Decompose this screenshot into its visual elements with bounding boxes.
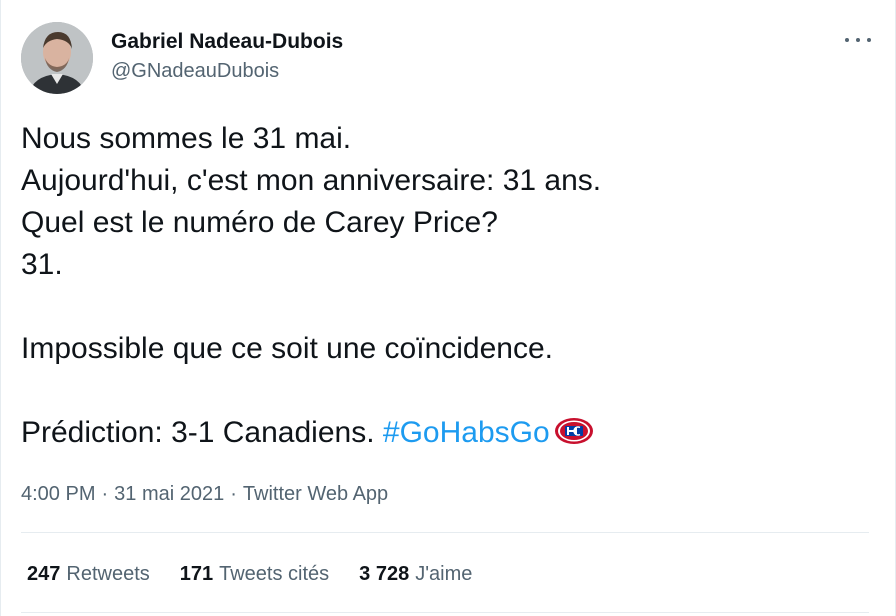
avatar[interactable] bbox=[21, 22, 93, 94]
tweet-line: 31. bbox=[21, 248, 63, 281]
tweet-date[interactable]: 31 mai 2021 bbox=[114, 483, 224, 505]
tweet-text: Nous sommes le 31 mai. Aujourd'hui, c'es… bbox=[21, 118, 871, 454]
tweet-source[interactable]: Twitter Web App bbox=[243, 483, 388, 505]
more-options-icon[interactable] bbox=[845, 30, 871, 50]
tweet-line: Nous sommes le 31 mai. bbox=[21, 122, 352, 155]
more-dot bbox=[856, 38, 860, 42]
display-name[interactable]: Gabriel Nadeau-Dubois bbox=[111, 29, 343, 55]
quotes-count: 171 bbox=[179, 563, 214, 585]
divider bbox=[21, 612, 869, 613]
canadiens-logo-icon bbox=[554, 418, 593, 444]
tweet-last-line: Prédiction: 3-1 Canadiens. #GoHabsGo bbox=[21, 412, 871, 454]
more-dot bbox=[867, 38, 871, 42]
tweet-line: Impossible que ce soit une coïncidence. bbox=[21, 332, 553, 365]
tweet-line: Prédiction: 3-1 Canadiens. bbox=[21, 416, 375, 449]
tweet-card: Gabriel Nadeau-Dubois @GNadeauDubois Nou… bbox=[0, 0, 896, 616]
retweets-stat[interactable]: 247 Retweets bbox=[27, 561, 150, 587]
tweet-line: Aujourd'hui, c'est mon anniversaire: 31 … bbox=[21, 164, 602, 197]
author-info: Gabriel Nadeau-Dubois @GNadeauDubois bbox=[111, 29, 343, 84]
retweets-label: Retweets bbox=[66, 563, 150, 585]
tweet-meta: 4:00 PM · 31 mai 2021 · Twitter Web App bbox=[21, 481, 388, 507]
more-dot bbox=[845, 38, 849, 42]
meta-separator: · bbox=[230, 483, 237, 505]
meta-separator: · bbox=[101, 483, 109, 505]
user-handle[interactable]: @GNadeauDubois bbox=[111, 58, 343, 84]
avatar-photo bbox=[21, 22, 93, 94]
retweets-count: 247 bbox=[27, 563, 61, 585]
hashtag-link[interactable]: #GoHabsGo bbox=[383, 416, 550, 449]
likes-count: 3 728 bbox=[359, 563, 410, 585]
divider bbox=[21, 532, 869, 533]
likes-label: J'aime bbox=[415, 563, 473, 585]
tweet-line: Quel est le numéro de Carey Price? bbox=[21, 206, 498, 239]
likes-stat[interactable]: 3 728 J'aime bbox=[359, 561, 472, 587]
tweet-stats: 247 Retweets 171 Tweets cités 3 728 J'aime bbox=[27, 561, 502, 587]
tweet-time[interactable]: 4:00 PM bbox=[21, 483, 95, 505]
quotes-stat[interactable]: 171 Tweets cités bbox=[180, 561, 329, 587]
quotes-label: Tweets cités bbox=[219, 563, 330, 585]
